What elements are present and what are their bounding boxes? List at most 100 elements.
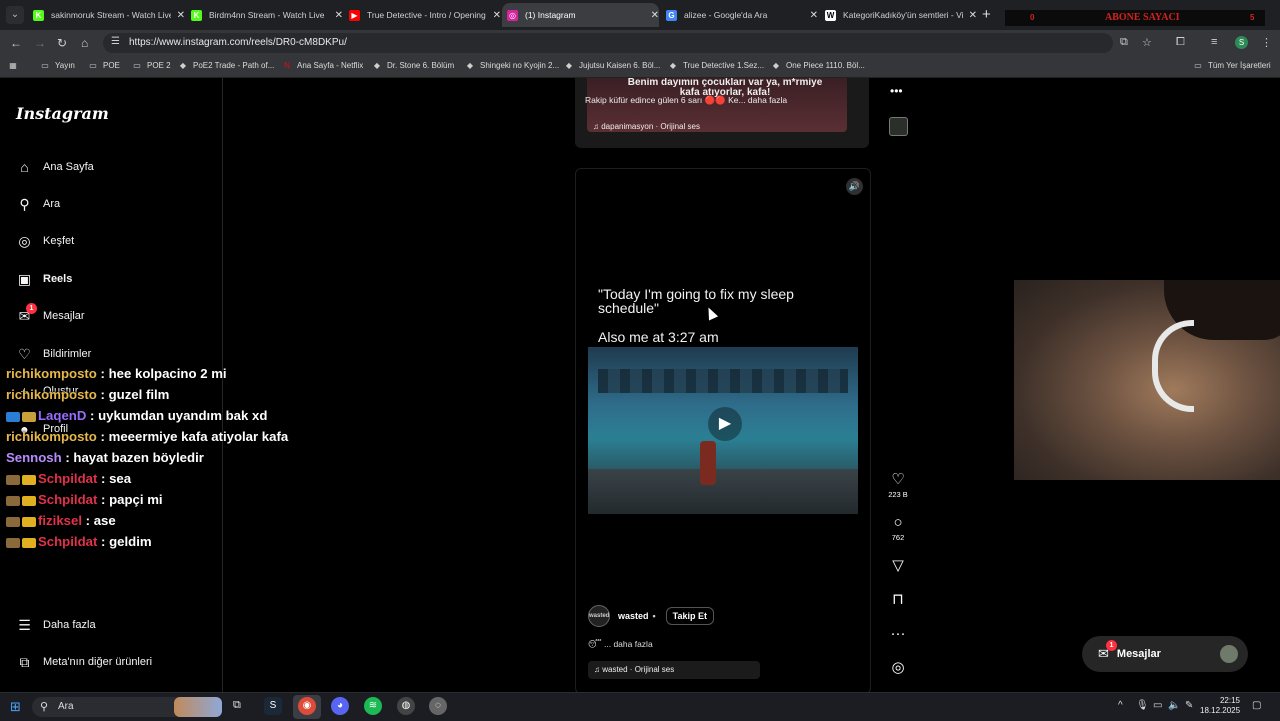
sidebar-more[interactable]: ☰ Daha fazla <box>16 615 96 635</box>
bookmark-item[interactable]: ◆ PoE2 Trade - Path of... <box>178 61 274 70</box>
close-icon[interactable]: ✕ <box>810 10 818 21</box>
discord-icon[interactable]: ◕ <box>331 697 349 715</box>
all-bookmarks-folder[interactable]: ▭ Tüm Yer İşaretleri <box>1193 61 1270 70</box>
bookmark-item[interactable]: ◆ Shingeki no Kyojin 2... <box>465 61 559 70</box>
obs-icon[interactable]: ◍ <box>397 697 415 715</box>
profile-avatar[interactable]: S <box>1235 36 1248 49</box>
follow-button[interactable]: Takip Et <box>665 607 715 625</box>
menu-dots-icon[interactable]: ⋮ <box>1261 36 1272 49</box>
extensions-icon[interactable]: ⧠ <box>1176 36 1185 49</box>
apps-grid-icon[interactable]: ▦ <box>8 61 23 70</box>
heart-icon: ♡ <box>891 471 905 488</box>
tab-5[interactable]: Galizee - Google'da Ara ✕ <box>661 3 818 27</box>
taskbar-search[interactable]: ⚲ Ara <box>32 697 222 717</box>
chat-badge-icon <box>22 495 36 506</box>
tab-6[interactable]: W KategoriKadıköy'ün semtleri - Vikipedi ✕ <box>820 3 977 27</box>
bookmark-star-icon[interactable]: ☆ <box>1142 36 1152 49</box>
reel-video[interactable]: ▶ <box>588 347 858 514</box>
previous-reel[interactable]: Benim dayımın çocukları var ya, m*rmiye … <box>575 78 869 148</box>
instagram-logo[interactable]: Instagram <box>16 104 109 123</box>
sidebar-item-compass[interactable]: ◎ Keşfet <box>16 231 74 251</box>
microphone-icon[interactable]: 🎙 <box>1136 700 1149 711</box>
more-options-button[interactable]: ··· <box>888 626 908 642</box>
search-icon: ⚲ <box>19 195 30 212</box>
close-icon[interactable]: ✕ <box>177 10 185 21</box>
sidebar-item-search[interactable]: ⚲ Ara <box>16 194 60 214</box>
install-app-icon[interactable]: ⧉ <box>1120 36 1128 49</box>
speaker-icon[interactable]: 🔈 <box>1168 700 1180 711</box>
comment-button[interactable]: ○ 762 <box>888 515 908 543</box>
reload-icon[interactable]: ↻ <box>57 36 67 50</box>
previous-reel-audio-thumb[interactable] <box>889 117 908 136</box>
like-button[interactable]: ♡ 223 B <box>888 471 908 500</box>
media-control-icon[interactable]: ≡ <box>1211 36 1217 48</box>
bookmark-item[interactable]: ◆ Dr. Stone 6. Bölüm <box>372 61 454 70</box>
new-tab-button[interactable]: + <box>982 6 991 23</box>
author-avatar[interactable]: wasted <box>588 605 610 627</box>
sidebar-item-messenger[interactable]: ✉ 1 Mesajlar <box>16 302 85 326</box>
back-icon[interactable]: ← <box>10 36 22 50</box>
sidebar-item-home[interactable]: ⌂ Ana Sayfa <box>16 157 94 177</box>
site-info-icon[interactable]: ☰ <box>111 36 120 47</box>
chat-text: hayat bazen böyledir <box>73 450 204 465</box>
close-icon[interactable]: ✕ <box>493 10 501 21</box>
chrome-icon[interactable]: ◉ <box>298 697 316 715</box>
messages-badge: 1 <box>1106 640 1117 651</box>
chat-separator: : <box>97 471 110 486</box>
current-reel[interactable]: 🔊 "Today I'm going to fix my sleep sched… <box>575 168 871 694</box>
steam-icon[interactable]: S <box>264 697 282 715</box>
bookmark-item[interactable]: ▭ Yayın <box>40 61 75 70</box>
bookmark-item[interactable]: ◆ Jujutsu Kaisen 6. Böl... <box>564 61 660 70</box>
spotify-icon[interactable]: ≋ <box>364 697 382 715</box>
chat-username: richikomposto <box>6 366 97 381</box>
sidebar-item-reels[interactable]: ▣ Reels <box>16 269 72 289</box>
task-view-icon[interactable]: ⧉ <box>233 699 241 712</box>
close-icon[interactable]: ✕ <box>335 10 343 21</box>
windows-start-icon[interactable]: ⊞ <box>10 699 21 715</box>
tab-1[interactable]: Ksakinmoruk Stream - Watch Live ✕ <box>28 3 185 27</box>
chat-text: hee kolpacino 2 mi <box>108 366 227 381</box>
share-button[interactable]: ▽ <box>888 558 908 574</box>
address-bar[interactable]: ☰ https://www.instagram.com/reels/DR0-cM… <box>103 33 1113 53</box>
tray-chevron-icon[interactable]: ^ <box>1118 700 1123 711</box>
forward-icon[interactable]: → <box>34 36 46 50</box>
messages-avatar <box>1220 645 1238 663</box>
previous-reel-audio[interactable]: ♫ dapanimasyon · Orijinal ses <box>593 122 700 131</box>
folder-icon: ▭ <box>1194 61 1202 70</box>
volume-icon[interactable]: 🔊 <box>846 178 863 195</box>
reel-audio-label: wasted · Orijinal ses <box>602 665 675 674</box>
network-icon[interactable]: ▭ <box>1153 700 1162 711</box>
save-button[interactable]: ⊓ <box>888 592 908 608</box>
author-name[interactable]: wasted <box>618 611 649 621</box>
bookmark-item[interactable]: ◆ True Detective 1.Sez... <box>668 61 764 70</box>
bookmark-item[interactable]: ◆ One Piece 1110. Böl... <box>771 61 865 70</box>
home-button-icon[interactable]: ⌂ <box>81 36 88 50</box>
play-icon[interactable]: ▶ <box>708 407 742 441</box>
sidebar-item-heart[interactable]: ♡ Bildirimler <box>16 344 91 364</box>
tab-search-button[interactable]: ⌄ <box>6 6 24 24</box>
wikipedia-icon: W <box>825 9 836 21</box>
bookmark-item[interactable]: ▭ POE <box>88 61 120 70</box>
sidebar-meta[interactable]: ⧉ Meta'nın diğer ürünleri <box>16 652 153 672</box>
url-text: https://www.instagram.com/reels/DR0-cM8D… <box>129 37 347 48</box>
tab-3[interactable]: ▶ True Detective - Intro / Opening ✕ <box>344 3 501 27</box>
pen-icon[interactable]: ✎ <box>1185 700 1193 711</box>
messages-pill[interactable]: ✉ 1 Mesajlar <box>1082 636 1248 672</box>
close-icon[interactable]: ✕ <box>651 10 659 21</box>
notifications-icon[interactable]: ▢ <box>1252 700 1261 711</box>
bookmark-item[interactable]: ▭ POE 2 <box>132 61 170 70</box>
bookmark-label: One Piece 1110. Böl... <box>786 61 865 70</box>
close-icon[interactable]: ✕ <box>969 10 977 21</box>
audio-thumb-button[interactable]: ◎ <box>888 660 908 676</box>
previous-reel-more-icon[interactable]: ••• <box>890 84 903 98</box>
bookmark-item[interactable]: N Ana Sayfa - Netflix <box>282 61 363 70</box>
tab-2[interactable]: K Birdm4nn Stream - Watch Live ✕ <box>186 3 343 27</box>
tab-4[interactable]: ◎ (1) Instagram ✕ <box>502 3 659 27</box>
sidebar-more-label: Daha fazla <box>43 619 96 631</box>
reel-description[interactable]: 😴 ... daha fazla <box>588 639 653 650</box>
dizi-site-icon: ◆ <box>669 61 677 70</box>
reel-audio[interactable]: ♫ wasted · Orijinal ses <box>588 661 760 679</box>
app-icon[interactable]: ◌ <box>429 697 447 715</box>
nav-badge: 1 <box>26 302 37 314</box>
taskbar-clock[interactable]: 22:15 18.12.2025 <box>1200 696 1240 716</box>
